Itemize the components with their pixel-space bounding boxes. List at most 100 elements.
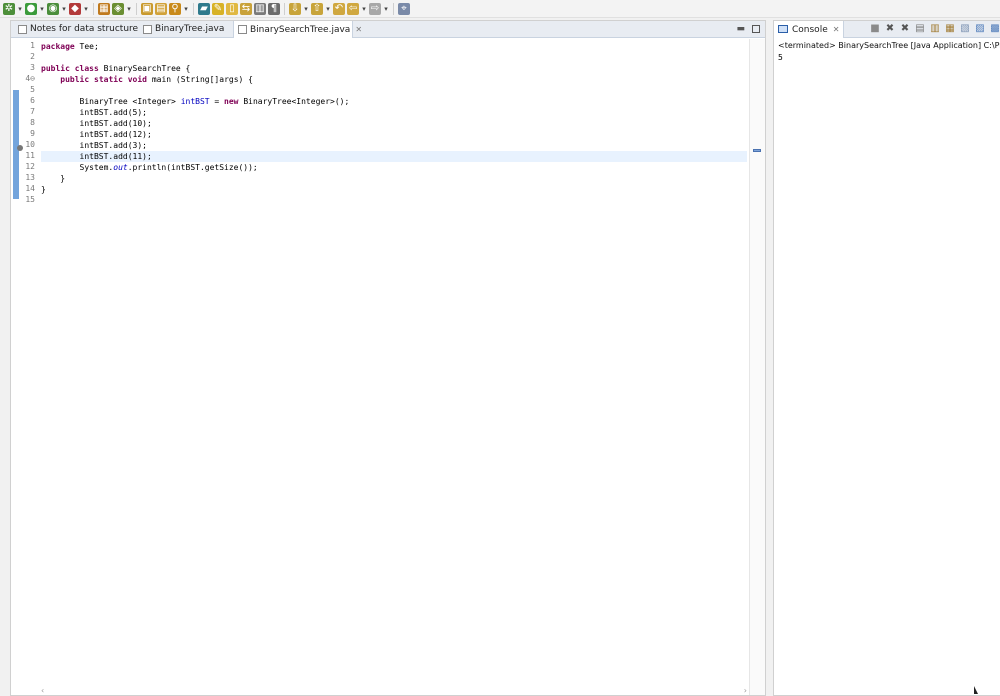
keyword-token: void [127, 75, 147, 84]
code-line[interactable]: intBST.add(11); [41, 151, 747, 162]
code-line[interactable] [41, 85, 747, 96]
maximize-icon[interactable] [752, 25, 760, 33]
remove-launch-icon[interactable]: ✖ [885, 24, 895, 34]
debug-icon[interactable]: ✲ [3, 2, 15, 15]
terminate-icon[interactable]: ■ [870, 24, 880, 34]
dropdown-arrow-icon[interactable]: ▾ [17, 3, 23, 15]
console-status-text: <terminated> BinarySearchTree [Java Appl… [778, 41, 1000, 50]
pin-editor-icon[interactable]: ⌖ [398, 2, 410, 15]
overview-ruler[interactable] [749, 39, 765, 695]
dropdown-arrow-icon[interactable]: ▾ [383, 3, 389, 15]
code-line[interactable]: public class BinarySearchTree { [41, 63, 747, 74]
dropdown-arrow-icon[interactable]: ▾ [126, 3, 132, 15]
line-number: 8 [30, 118, 35, 127]
code-line[interactable]: BinaryTree <Integer> intBST = new Binary… [41, 96, 747, 107]
code-line[interactable]: package Tee; [41, 41, 747, 52]
line-number: 13 [25, 173, 35, 182]
code-line[interactable] [41, 195, 747, 206]
block-selection-icon[interactable]: ▯ [226, 2, 238, 15]
code-line[interactable]: intBST.add(3); [41, 140, 747, 151]
code-token: intBST.add(5); [41, 108, 147, 117]
keyword-token: new [224, 97, 239, 106]
pin-console-icon[interactable]: ▨ [975, 24, 985, 34]
dropdown-arrow-icon[interactable]: ▾ [39, 3, 45, 15]
toolbar-separator [393, 2, 394, 15]
forward-icon[interactable]: ⇨ [369, 2, 381, 15]
previous-annotation-icon[interactable]: ⇧ [311, 2, 323, 15]
highlight-icon[interactable]: ✎ [212, 2, 224, 15]
code-token: System. [41, 163, 114, 172]
pilcrow-icon[interactable]: ¶ [268, 2, 280, 15]
external-tools-icon[interactable]: ◆ [69, 2, 81, 15]
line-number: 9 [30, 129, 35, 138]
coverage-icon[interactable]: ◉ [47, 2, 59, 15]
code-line[interactable]: intBST.add(12); [41, 129, 747, 140]
last-edit-location-icon[interactable]: ↶ [333, 2, 345, 15]
code-token: } [41, 185, 46, 194]
display-selected-console-icon[interactable]: ▩ [990, 24, 1000, 34]
word-wrap-icon[interactable]: ▦ [945, 24, 955, 34]
code-line[interactable]: intBST.add(5); [41, 107, 747, 118]
dropdown-arrow-icon[interactable]: ▾ [83, 3, 89, 15]
dropdown-arrow-icon[interactable]: ▾ [325, 3, 331, 15]
run-icon[interactable]: ● [25, 2, 37, 15]
show-console-icon[interactable]: ▧ [960, 24, 970, 34]
line-number: 6 [30, 96, 35, 105]
console-icon [778, 25, 788, 33]
code-line[interactable]: public static void main (String[]args) { [41, 74, 747, 85]
code-line[interactable]: } [41, 173, 747, 184]
tab-binarytree-java[interactable]: BinaryTree.java [139, 21, 229, 38]
code-line[interactable]: } [41, 184, 747, 195]
dropdown-arrow-icon[interactable]: ▾ [61, 3, 67, 15]
tab-binarysearchtree-java[interactable]: BinarySearchTree.java ✕ [233, 21, 362, 38]
console-panel: Console ✕ ■ ✖ ✖ ▤ ▥ ▦ ▧ ▨ ▩ <terminated> BinarySe… [773, 20, 1000, 696]
code-line[interactable] [41, 52, 747, 63]
dropdown-arrow-icon[interactable]: ▾ [361, 3, 367, 15]
line-number: 4⊖ [25, 74, 35, 83]
toolbar-separator [136, 2, 137, 15]
keyword-token: package [41, 42, 75, 51]
tab-console[interactable]: Console ✕ [774, 21, 845, 38]
close-tab-icon[interactable]: ✕ [355, 25, 362, 34]
scroll-right-icon[interactable]: › [744, 686, 747, 695]
minimize-icon[interactable]: ▬ [736, 24, 745, 34]
code-token: intBST.add(12); [41, 130, 152, 139]
field-token: intBST [180, 97, 210, 106]
tab-notes-for-data-structure[interactable]: Notes for data structure [14, 21, 138, 38]
code-token: } [41, 174, 66, 183]
remove-all-terminated-icon[interactable]: ✖ [900, 24, 910, 34]
line-number: 12 [25, 162, 35, 171]
word-wrap-icon[interactable]: ⇆ [240, 2, 252, 15]
code-line[interactable]: intBST.add(10); [41, 118, 747, 129]
code-line[interactable]: System.out.println(intBST.getSize()); [41, 162, 747, 173]
dropdown-arrow-icon[interactable]: ▾ [303, 3, 309, 15]
keyword-token: public [41, 64, 70, 73]
search-icon[interactable]: ⚲ [169, 2, 181, 15]
toolbar-separator [193, 2, 194, 15]
next-annotation-icon[interactable]: ⇩ [289, 2, 301, 15]
scroll-lock-icon[interactable]: ▥ [930, 24, 940, 34]
back-icon[interactable]: ⇦ [347, 2, 359, 15]
new-package-icon[interactable]: ◈ [112, 2, 124, 15]
text-file-icon [18, 25, 27, 34]
horizontal-scrollbar[interactable]: ‹ › [41, 686, 747, 695]
java-file-icon [143, 25, 152, 34]
clear-console-icon[interactable]: ▤ [915, 24, 925, 34]
tab-label: Notes for data structure [30, 24, 139, 34]
occurrence-marker[interactable] [753, 149, 761, 152]
scroll-left-icon[interactable]: ‹ [41, 686, 44, 695]
toggle-mark-occurrences-icon[interactable]: ▰ [198, 2, 210, 15]
line-number: 3 [30, 63, 35, 72]
code-token: intBST.add(11); [41, 152, 152, 161]
close-tab-icon[interactable]: ✕ [833, 25, 840, 34]
show-whitespace-icon[interactable]: ▥ [254, 2, 266, 15]
code-editor[interactable]: package Tee; public class BinarySearchTre… [41, 39, 747, 695]
line-number: 11 [25, 151, 35, 160]
new-java-project-icon[interactable]: ▦ [98, 2, 110, 15]
open-folder-icon[interactable]: ▤ [155, 2, 167, 15]
console-tab-bar: Console ✕ ■ ✖ ✖ ▤ ▥ ▦ ▧ ▨ ▩ [774, 21, 1000, 38]
open-type-icon[interactable]: ▣ [141, 2, 153, 15]
toolbar-separator [284, 2, 285, 15]
dropdown-arrow-icon[interactable]: ▾ [183, 3, 189, 15]
code-token: intBST.add(3); [41, 141, 147, 150]
